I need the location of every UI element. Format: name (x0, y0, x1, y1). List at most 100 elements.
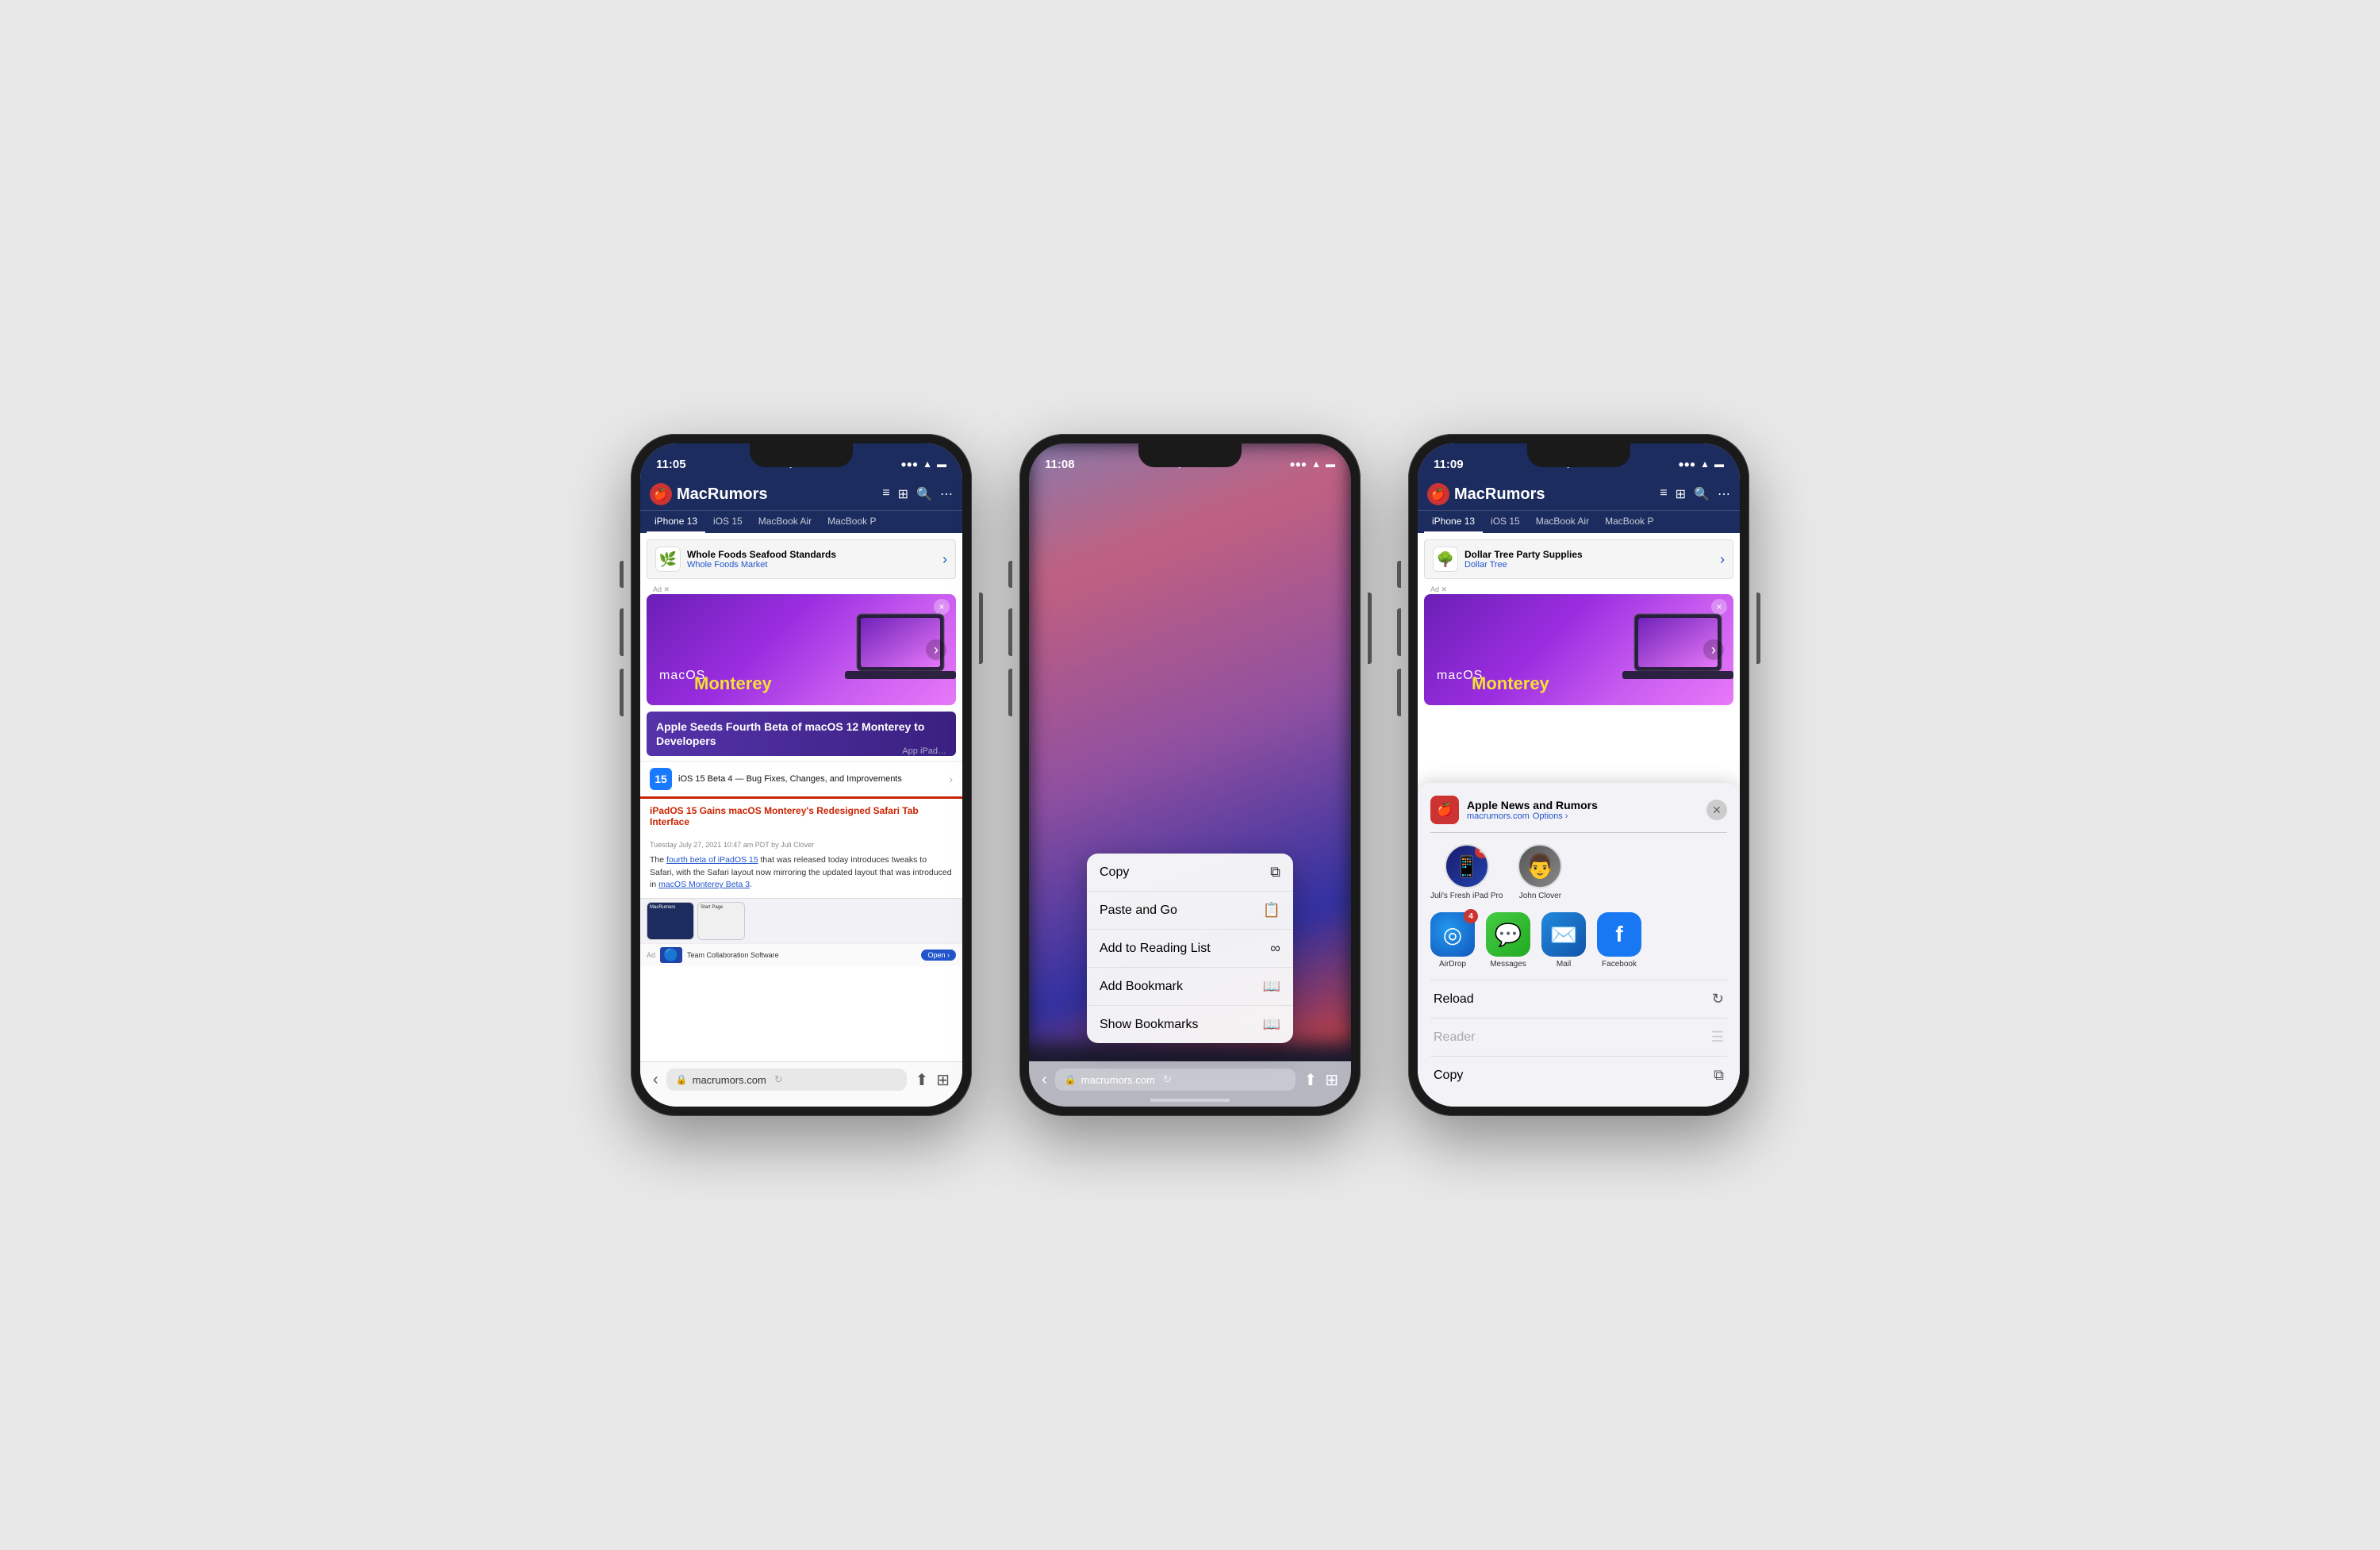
tab-macbookair[interactable]: MacBook Air (750, 511, 820, 533)
open-button[interactable]: Open › (921, 950, 956, 961)
sheet-action-reload[interactable]: Reload ↻ (1430, 980, 1727, 1018)
volume-down-button[interactable] (620, 669, 624, 716)
share-site-name: Apple News and Rumors (1467, 799, 1699, 811)
logo-area-3[interactable]: 🍎 MacRumors (1427, 483, 1545, 505)
logo-area[interactable]: 🍎 MacRumors (650, 483, 767, 505)
person-item-ipad[interactable]: 📱 4 Juli's Fresh iPad Pro (1430, 844, 1503, 901)
reader-label: Reader (1434, 1030, 1475, 1045)
article-headline-1[interactable]: Apple Seeds Fourth Beta of macOS 12 Mont… (647, 712, 956, 756)
phone-2: 11:08 ▶ ●●● ▲ ▬ Copy ⧉ Paste and Go 📋 Ad… (1019, 434, 1361, 1116)
ad-subtitle-3: Dollar Tree (1464, 560, 1583, 570)
menu-icon[interactable]: ≡ (882, 486, 889, 502)
bookmarks-icon: 📖 (1263, 1016, 1280, 1033)
tab-ios15[interactable]: iOS 15 (705, 511, 750, 533)
hero-arrow-3[interactable]: › (1703, 639, 1724, 660)
menu-add-bookmark[interactable]: Add Bookmark 📖 (1087, 968, 1293, 1006)
notch-2 (1138, 443, 1242, 467)
tab-icon-3[interactable]: ⊞ (1676, 486, 1686, 502)
person-avatar-john: 👨 (1518, 844, 1562, 888)
ad-banner-3[interactable]: 🌳 Dollar Tree Party Supplies Dollar Tree… (1424, 539, 1733, 579)
reload-icon-1[interactable]: ↻ (774, 1073, 783, 1086)
copy-action-icon: ⧉ (1714, 1067, 1724, 1084)
hero-banner-3: × macOS Monterey › (1424, 594, 1733, 705)
red-article-1[interactable]: iPadOS 15 Gains macOS Monterey's Redesig… (640, 796, 962, 834)
person-name-john: John Clover (1519, 892, 1561, 901)
ad-title-3: Dollar Tree Party Supplies (1464, 549, 1583, 560)
power-button[interactable] (979, 593, 983, 664)
person-name-ipad: Juli's Fresh iPad Pro (1430, 892, 1503, 901)
status-icons-2: ●●● ▲ ▬ (1289, 458, 1335, 470)
tab-iphone13-3[interactable]: iPhone 13 (1424, 511, 1483, 533)
ad-banner-1[interactable]: 🌿 Whole Foods Seafood Standards Whole Fo… (647, 539, 956, 579)
article-link-1[interactable]: fourth beta of iPadOS 15 (666, 855, 758, 865)
battery-icon: ▬ (937, 458, 946, 470)
share-button-1[interactable]: ⬆ (915, 1070, 928, 1090)
tab-ios15-3[interactable]: iOS 15 (1483, 511, 1528, 533)
reload-icon-2[interactable]: ↻ (1163, 1073, 1172, 1086)
app-item-airdrop[interactable]: ◎ 4 AirDrop (1430, 912, 1475, 969)
tab-macbook[interactable]: MacBook P (820, 511, 884, 533)
site-title: MacRumors (677, 485, 767, 504)
mute-button[interactable] (620, 561, 624, 588)
tab-macbookair-3[interactable]: MacBook Air (1528, 511, 1597, 533)
app-item-messages[interactable]: 💬 Messages (1486, 912, 1530, 969)
mute-button-2[interactable] (1008, 561, 1012, 588)
tabs-button-1[interactable]: ⊞ (936, 1070, 950, 1090)
article-link-2[interactable]: macOS Monterey Beta 3 (658, 880, 750, 889)
battery-icon-2: ▬ (1326, 458, 1335, 470)
menu-copy-label: Copy (1100, 865, 1129, 880)
back-button-2[interactable]: ‹ (1042, 1071, 1047, 1089)
notch-3 (1527, 443, 1630, 467)
thumbnail-1[interactable]: MacRumors (647, 902, 694, 940)
thumbnail-2[interactable]: Start Page (697, 902, 745, 940)
menu-reading-list[interactable]: Add to Reading List ∞ (1087, 930, 1293, 968)
power-button-3[interactable] (1756, 593, 1760, 664)
mute-button-3[interactable] (1397, 561, 1401, 588)
sheet-action-copy[interactable]: Copy ⧉ (1430, 1056, 1727, 1094)
app-item-facebook[interactable]: f Facebook (1597, 912, 1641, 969)
bottom-ad-1: Ad 🔵 Team Collaboration Software Open › (640, 943, 962, 966)
share-options-label[interactable]: Options › (1533, 811, 1568, 821)
hero-arrow-1[interactable]: › (926, 639, 946, 660)
bottom-ad-label: Ad (647, 951, 655, 959)
url-bar-1[interactable]: 🔒 macrumors.com ↻ (666, 1069, 908, 1091)
more-icon[interactable]: ⋯ (940, 486, 953, 502)
share-button-2[interactable]: ⬆ (1303, 1070, 1317, 1090)
copy-icon: ⧉ (1270, 864, 1280, 881)
ad-subtitle-1: Whole Foods Market (687, 560, 836, 570)
article-body-1: Tuesday July 27, 2021 10:47 am PDT by Ju… (640, 834, 962, 898)
menu-icon-3[interactable]: ≡ (1660, 486, 1667, 502)
app-item-mail[interactable]: ✉️ Mail (1541, 912, 1586, 969)
messages-label: Messages (1490, 960, 1526, 969)
tab-macbook-3[interactable]: MacBook P (1597, 511, 1661, 533)
back-button-1[interactable]: ‹ (653, 1071, 658, 1089)
volume-down-button-2[interactable] (1008, 669, 1012, 716)
menu-paste-go[interactable]: Paste and Go 📋 (1087, 892, 1293, 930)
menu-copy[interactable]: Copy ⧉ (1087, 854, 1293, 892)
volume-up-button-3[interactable] (1397, 608, 1401, 656)
ad-logo-1: 🌿 (655, 547, 681, 572)
tabs-button-2[interactable]: ⊞ (1325, 1070, 1338, 1090)
volume-up-button[interactable] (620, 608, 624, 656)
power-button-2[interactable] (1368, 593, 1372, 664)
tab-iphone13[interactable]: iPhone 13 (647, 511, 705, 533)
navbar-1: 🍎 MacRumors ≡ ⊞ 🔍 ⋯ (640, 478, 962, 510)
volume-up-button-2[interactable] (1008, 608, 1012, 656)
person-item-john[interactable]: 👨 John Clover (1512, 844, 1568, 901)
search-icon-3[interactable]: 🔍 (1694, 486, 1710, 502)
bottom-ad-text: Team Collaboration Software (687, 951, 779, 959)
news-item-1[interactable]: 15 iOS 15 Beta 4 — Bug Fixes, Changes, a… (640, 761, 962, 796)
phone-3: 11:09 ▶ ●●● ▲ ▬ 🍎 MacRumors ≡ ⊞ 🔍 ⋯ iPho (1408, 434, 1749, 1116)
menu-show-bookmarks[interactable]: Show Bookmarks 📖 (1087, 1006, 1293, 1043)
search-icon[interactable]: 🔍 (916, 486, 932, 502)
share-close-button[interactable]: ✕ (1706, 800, 1727, 820)
macrumors-icon: 🍎 (650, 483, 672, 505)
volume-down-button-3[interactable] (1397, 669, 1401, 716)
more-icon-3[interactable]: ⋯ (1718, 486, 1730, 502)
url-bar-2[interactable]: 🔒 macrumors.com ↻ (1055, 1069, 1296, 1091)
tab-icon[interactable]: ⊞ (898, 486, 908, 502)
notch (750, 443, 853, 467)
site-title-3: MacRumors (1454, 485, 1545, 504)
lock-icon-1: 🔒 (676, 1074, 688, 1085)
sheet-action-reader[interactable]: Reader ☰ (1430, 1018, 1727, 1056)
